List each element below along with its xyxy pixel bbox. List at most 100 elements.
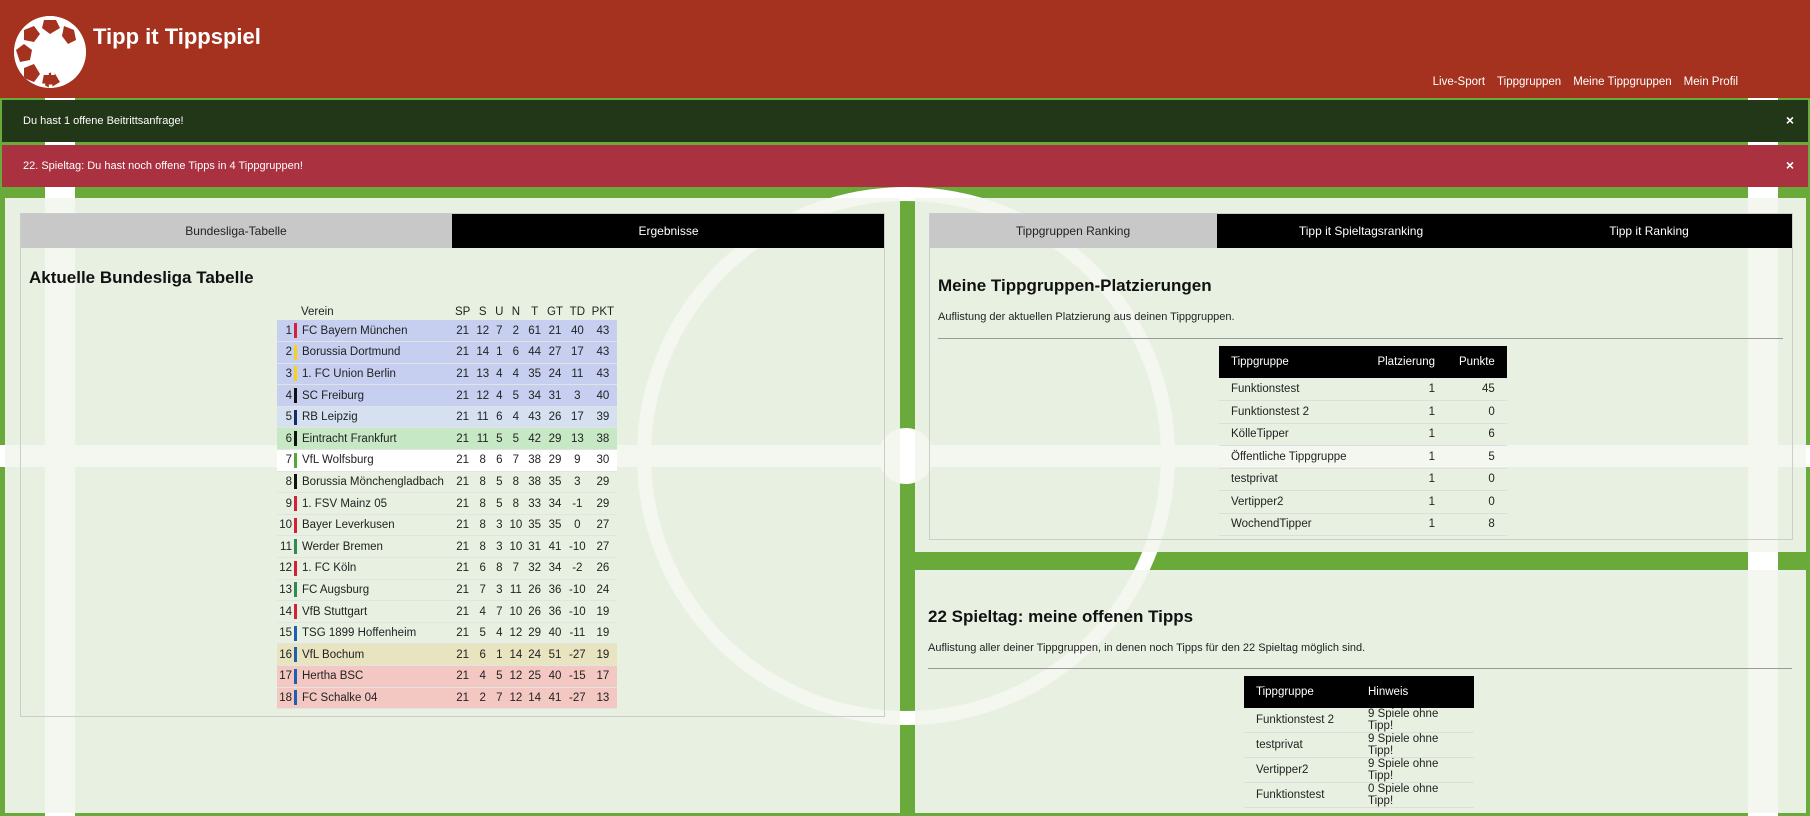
stat-gt: 24 [544,363,567,386]
stat-gt: 40 [544,665,567,688]
table-row[interactable]: Funktionstest 210 [1219,400,1507,424]
stat-u: 5 [492,471,507,494]
open-tips-hint: 9 Spiele ohne Tipp! [1356,708,1474,733]
team-name: Borussia Mönchengladbach [298,471,452,494]
table-row[interactable]: 10 Bayer Leverkusen 21 8 3 10 35 35 0 27 [277,514,618,537]
stat-gt: 41 [544,687,567,710]
stat-u: 4 [492,363,507,386]
table-row[interactable]: 18 FC Schalke 04 21 2 7 12 14 41 -27 13 [277,687,618,710]
table-row[interactable]: KölleTipper 1 6 [1219,423,1507,446]
stat-sp: 21 [452,471,474,494]
stat-n: 12 [506,687,526,710]
stat-td: 11 [566,363,589,386]
table-row[interactable]: 8 Borussia Mönchengladbach 21 8 5 8 38 35 3 29 [277,471,618,494]
table-row[interactable]: 5 RB Leipzig 21 11 6 4 43 26 17 39 [277,406,618,429]
table-row[interactable]: 4 SC Freiburg 21 12 4 5 34 31 3 40 [277,384,618,407]
stat-n: 2 [506,320,526,343]
stat-t: 42 [525,427,545,451]
ranking-group: Funktionstest [1219,378,1359,401]
stat-pkt: 26 [588,557,618,580]
team-name: FC Schalke 04 [298,687,452,710]
table-row[interactable]: Funktionstest 29 Spiele ohne Tipp! [1244,708,1474,733]
table-row[interactable]: 16 VfL Bochum 21 6 1 14 24 51 -27 19 [277,643,618,666]
table-row[interactable]: 9 1. FSV Mainz 05 21 8 5 8 33 34 -1 29 [277,492,618,515]
team-name: Hertha BSC [298,665,452,688]
table-row[interactable]: Öffentliche Tippgruppe 1 5 [1219,445,1507,469]
logo[interactable]: tipp it [14,16,86,88]
stat-s: 8 [473,535,493,559]
table-row[interactable]: 15 TSG 1899 Hoffenheim 21 5 4 12 29 40 -11 19 [277,622,618,645]
open-tips-heading: 22 Spieltag: meine offenen Tipps [928,607,1194,626]
stat-gt: 35 [544,514,567,537]
table-row[interactable]: Funktionstest 1 45 [1219,378,1507,401]
stat-pkt: 29 [588,492,618,515]
table-row[interactable]: Vertipper2 9 Spiele ohne Tipp! [1244,757,1474,783]
close-icon[interactable]: × [1786,112,1794,128]
stat-n: 8 [506,492,526,515]
stat-u: 7 [492,600,507,623]
position-cell: 3 [277,363,294,386]
ranking-divider [938,338,1783,339]
table-row[interactable]: 11 Werder Bremen 21 8 3 10 31 41 -10 27 [277,535,618,559]
stat-n: 4 [506,363,526,386]
ranking-points: 45 [1447,378,1507,401]
stat-sp: 21 [452,579,474,602]
table-row[interactable]: 14 VfB Stuttgart 21 4 7 10 26 36 -10 19 [277,600,618,623]
table-row[interactable]: WochendTipper 1 8 [1219,513,1507,536]
stat-t: 29 [525,622,545,645]
logo-text: tipp it [40,56,86,88]
stat-sp: 21 [452,492,474,515]
open-tips-hint: 0 Spiele ohne Tipp! [1356,782,1474,808]
stat-s: 2 [473,687,493,710]
close-icon[interactable]: × [1786,157,1794,173]
ranking-place: 1 [1359,378,1447,401]
team-name: 1. FC Union Berlin [298,363,452,386]
table-row[interactable]: 7 VfL Wolfsburg 21 8 6 7 38 29 9 30 [277,449,618,472]
position-cell: 14 [277,600,294,623]
stat-u: 4 [492,622,507,645]
stat-s: 6 [473,557,493,580]
stat-td: -27 [566,687,589,710]
table-row[interactable]: 2 Borussia Dortmund 21 14 1 6 44 27 17 43 [277,341,618,364]
ranking-place: 1 [1359,423,1447,446]
table-row[interactable]: 3 1. FC Union Berlin 21 13 4 4 35 24 11 43 [277,363,618,386]
team-name: RB Leipzig [298,406,452,429]
stat-td: 13 [566,427,589,451]
stat-t: 24 [525,643,545,666]
nav-meine-tippgruppen[interactable]: Meine Tippgruppen [1573,76,1671,88]
ranking-group: Vertipper2 [1219,490,1359,514]
table-row[interactable]: 6 Eintracht Frankfurt 21 11 5 5 42 29 13 38 [277,427,618,451]
position-cell: 9 [277,492,294,515]
team-name: 1. FC Köln [298,557,452,580]
nav-tippgruppen[interactable]: Tippgruppen [1497,76,1561,88]
open-tips-group: testprivat [1244,732,1356,758]
ranking-points: 5 [1447,445,1507,469]
table-row[interactable]: Funktionstest 0 Spiele ohne Tipp! [1244,782,1474,808]
stat-t: 34 [525,384,545,407]
stat-gt: 31 [544,384,567,407]
stat-sp: 21 [452,687,474,710]
table-row[interactable]: testprivat 9 Spiele ohne Tipp! [1244,732,1474,758]
nav-live-sport[interactable]: Live-Sport [1433,76,1485,88]
stat-u: 1 [492,643,507,666]
stat-u: 3 [492,514,507,537]
ranking-group: KölleTipper [1219,423,1359,446]
table-row[interactable]: Vertipper2 1 0 [1219,490,1507,514]
stat-n: 7 [506,557,526,580]
table-row[interactable]: 12 1. FC Köln 21 6 8 7 32 34 -2 26 [277,557,618,580]
stat-sp: 21 [452,427,474,451]
stat-pkt: 43 [588,320,618,343]
team-name: TSG 1899 Hoffenheim [298,622,452,645]
stat-t: 43 [525,406,545,429]
stat-pkt: 43 [588,341,618,364]
table-row[interactable]: 17 Hertha BSC 21 4 5 12 25 40 -15 17 [277,665,618,688]
table-row[interactable]: testprivat 1 0 [1219,468,1507,491]
table-row[interactable]: 1 FC Bayern München 21 12 7 2 61 21 40 43 [277,320,618,343]
stat-sp: 21 [452,341,474,364]
nav-mein-profil[interactable]: Mein Profil [1684,76,1738,88]
position-cell: 1 [277,320,294,343]
stat-gt: 21 [544,320,567,343]
stat-u: 6 [492,406,507,429]
table-row[interactable]: 13 FC Augsburg 21 7 3 11 26 36 -10 24 [277,579,618,602]
stat-gt: 29 [544,449,567,472]
